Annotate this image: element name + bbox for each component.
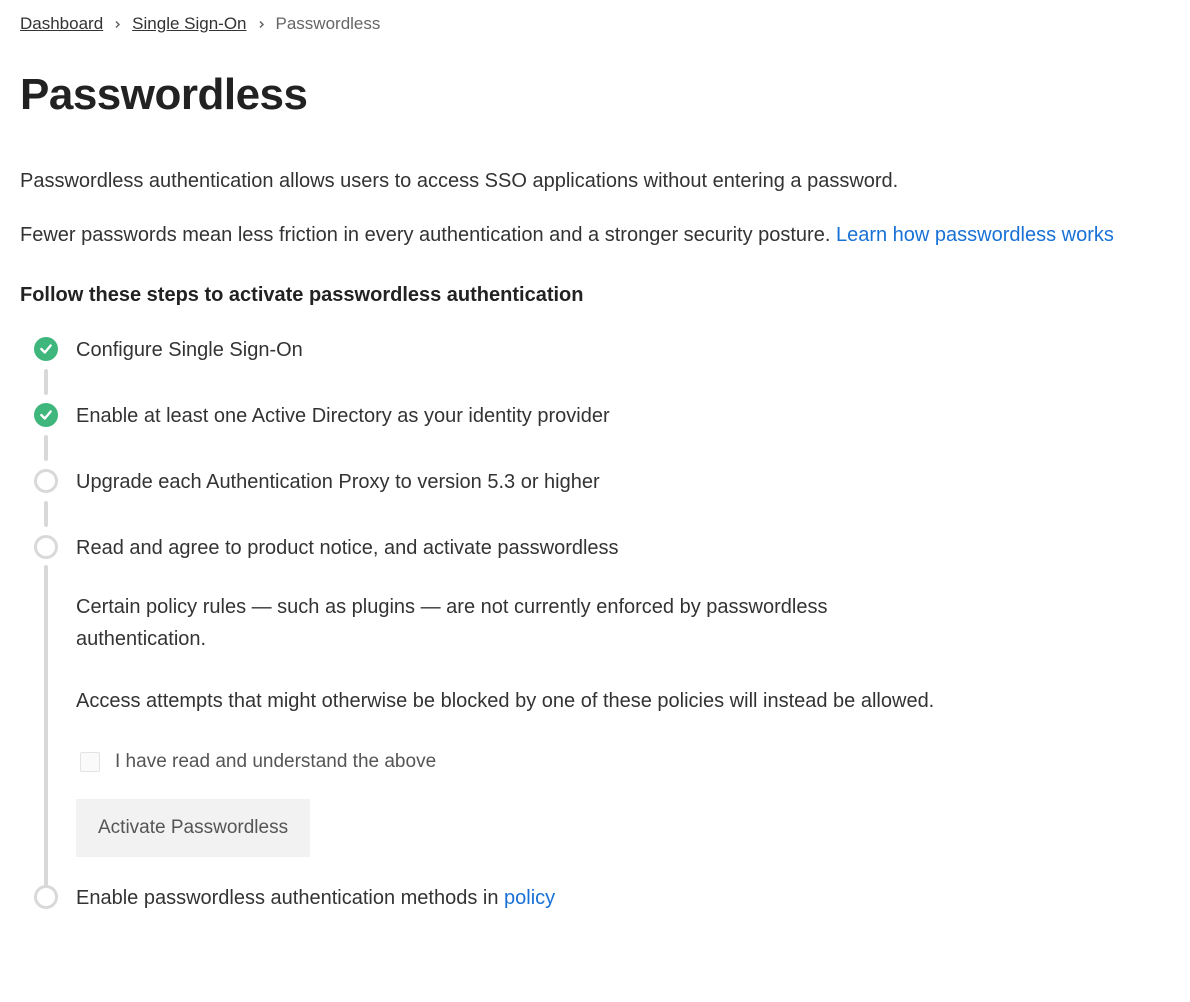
- acknowledge-checkbox[interactable]: [80, 752, 100, 772]
- circle-icon: [34, 469, 58, 493]
- step-title: Enable at least one Active Directory as …: [76, 403, 1170, 429]
- notice-paragraph-2: Access attempts that might otherwise be …: [76, 685, 946, 717]
- step-title: Upgrade each Authentication Proxy to ver…: [76, 469, 1170, 495]
- acknowledge-label[interactable]: I have read and understand the above: [115, 747, 436, 777]
- chevron-right-icon: [257, 16, 266, 32]
- step-title: Enable passwordless authentication metho…: [76, 885, 1170, 911]
- step-connector: [44, 435, 48, 461]
- notice-paragraph-1: Certain policy rules — such as plugins —…: [76, 591, 946, 655]
- page-title: Passwordless: [20, 70, 1170, 120]
- steps-heading: Follow these steps to activate passwordl…: [20, 284, 1170, 307]
- intro-paragraph-2: Fewer passwords mean less friction in ev…: [20, 220, 1170, 250]
- policy-link[interactable]: policy: [504, 887, 555, 909]
- intro-paragraph-1: Passwordless authentication allows users…: [20, 166, 1170, 196]
- check-icon: [34, 337, 58, 361]
- step-3: Upgrade each Authentication Proxy to ver…: [34, 469, 1170, 535]
- step-1: Configure Single Sign-On: [34, 337, 1170, 403]
- activate-passwordless-button[interactable]: Activate Passwordless: [76, 799, 310, 857]
- steps-list: Configure Single Sign-On Enable at least…: [20, 337, 1170, 913]
- step-connector: [44, 501, 48, 527]
- acknowledge-row: I have read and understand the above: [76, 747, 946, 777]
- circle-icon: [34, 535, 58, 559]
- step-title: Read and agree to product notice, and ac…: [76, 535, 1170, 561]
- learn-more-link[interactable]: Learn how passwordless works: [836, 224, 1114, 246]
- step-connector: [44, 565, 48, 887]
- step-body: Certain policy rules — such as plugins —…: [76, 561, 946, 857]
- step-title: Configure Single Sign-On: [76, 337, 1170, 363]
- breadcrumb-link-sso[interactable]: Single Sign-On: [132, 14, 246, 34]
- breadcrumb-link-dashboard[interactable]: Dashboard: [20, 14, 103, 34]
- step-title-text: Enable passwordless authentication metho…: [76, 887, 504, 909]
- check-icon: [34, 403, 58, 427]
- step-5: Enable passwordless authentication metho…: [34, 885, 1170, 913]
- step-connector: [44, 369, 48, 395]
- step-2: Enable at least one Active Directory as …: [34, 403, 1170, 469]
- breadcrumb-current: Passwordless: [276, 14, 381, 34]
- intro-text: Fewer passwords mean less friction in ev…: [20, 224, 836, 246]
- step-4: Read and agree to product notice, and ac…: [34, 535, 1170, 885]
- breadcrumb: Dashboard Single Sign-On Passwordless: [20, 14, 1170, 34]
- circle-icon: [34, 885, 58, 909]
- chevron-right-icon: [113, 16, 122, 32]
